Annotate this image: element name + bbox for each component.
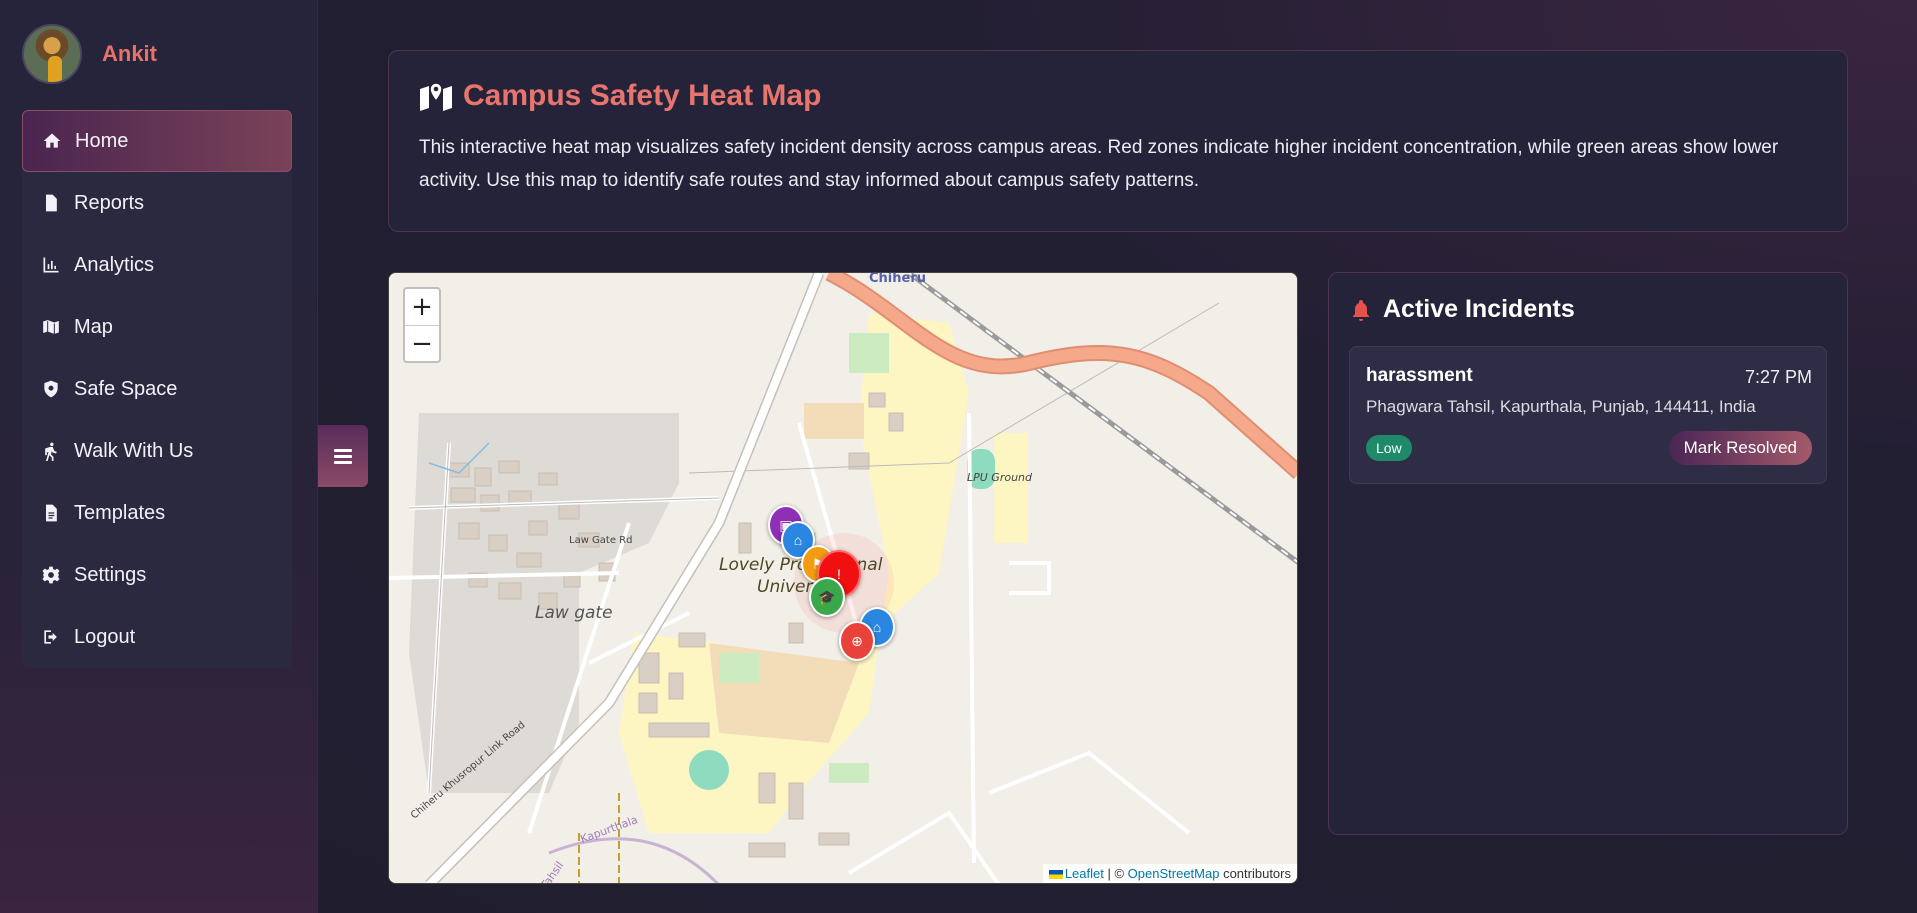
incidents-title-text: Active Incidents	[1383, 295, 1575, 323]
ukraine-flag-icon	[1048, 870, 1063, 880]
hamburger-icon	[334, 449, 352, 464]
map-label-lpu-ground: LPU Ground	[967, 471, 1033, 484]
sidebar-nav: Home Reports Analytics Map Safe Space Wa…	[22, 110, 292, 668]
incidents-title: Active Incidents	[1349, 295, 1827, 324]
sidebar-item-settings[interactable]: Settings	[22, 544, 292, 606]
sidebar-item-label: Analytics	[74, 253, 155, 276]
sidebar-item-safe-space[interactable]: Safe Space	[22, 358, 292, 420]
sidebar-toggle-button[interactable]	[318, 425, 368, 487]
sidebar-item-label: Logout	[74, 625, 136, 648]
map-pin-icon	[420, 82, 452, 111]
walking-icon	[38, 440, 64, 462]
openstreetmap-link[interactable]: OpenStreetMap	[1128, 866, 1220, 881]
active-incidents-panel: Active Incidents harassment 7:27 PM Phag…	[1328, 272, 1848, 835]
document-icon	[38, 502, 64, 524]
sidebar-item-templates[interactable]: Templates	[22, 482, 292, 544]
incident-time: 7:27 PM	[1744, 367, 1812, 387]
user-profile[interactable]: Ankit	[22, 24, 157, 84]
attribution-separator: | ©	[1103, 866, 1128, 881]
sidebar-item-label: Reports	[74, 191, 145, 214]
heat-map[interactable]: Chiheru LPU Ground Law Gate Rd Law gate …	[388, 272, 1298, 884]
page-description: This interactive heat map visualizes saf…	[419, 137, 1779, 191]
sidebar-item-label: Home	[75, 129, 129, 152]
zoom-control: + −	[403, 287, 441, 363]
sidebar-item-home[interactable]: Home	[22, 110, 292, 172]
shield-icon	[38, 378, 64, 400]
severity-badge: Low	[1366, 435, 1412, 461]
gear-icon	[38, 564, 64, 586]
sidebar: Ankit Home Reports Analytics Map Safe Sp…	[0, 0, 318, 913]
header-card: Campus Safety Heat Map This interactive …	[388, 50, 1848, 232]
incident-card[interactable]: harassment 7:27 PM Phagwara Tahsil, Kapu…	[1349, 346, 1827, 484]
sidebar-item-logout[interactable]: Logout	[22, 606, 292, 668]
sidebar-item-map[interactable]: Map	[22, 296, 292, 358]
map-attribution: Leaflet | © OpenStreetMap contributors	[1042, 864, 1297, 883]
user-name: Ankit	[102, 41, 157, 66]
lifebuoy-marker-icon[interactable]: ⊕	[839, 621, 875, 661]
map-icon	[38, 316, 64, 338]
map-label-law-gate: Law gate	[535, 603, 613, 623]
incident-location: Phagwara Tahsil, Kapurthala, Punjab, 144…	[1366, 397, 1756, 416]
file-icon	[38, 192, 64, 214]
sidebar-item-walk-with-us[interactable]: Walk With Us	[22, 420, 292, 482]
avatar[interactable]	[22, 24, 82, 84]
chart-icon	[38, 254, 64, 276]
bell-icon	[1353, 299, 1369, 321]
graduation-cap-marker-icon[interactable]: 🎓	[809, 577, 845, 617]
page-title-text: Campus Safety Heat Map	[463, 79, 822, 112]
sidebar-item-analytics[interactable]: Analytics	[22, 234, 292, 296]
zoom-in-button[interactable]: +	[405, 289, 439, 325]
sidebar-item-label: Map	[74, 315, 113, 338]
sidebar-item-label: Templates	[74, 501, 166, 524]
sidebar-item-label: Settings	[74, 563, 147, 586]
logout-icon	[38, 626, 64, 648]
sidebar-item-label: Safe Space	[74, 377, 178, 400]
map-label-chiheru: Chiheru	[869, 272, 926, 286]
zoom-out-button[interactable]: −	[405, 325, 439, 361]
home-icon	[39, 130, 65, 152]
sidebar-item-reports[interactable]: Reports	[22, 172, 292, 234]
map-label-law-gate-rd: Law Gate Rd	[569, 535, 633, 546]
sidebar-item-label: Walk With Us	[74, 439, 194, 462]
leaflet-link[interactable]: Leaflet	[1065, 866, 1104, 881]
mark-resolved-button[interactable]: Mark Resolved	[1668, 431, 1812, 465]
attribution-suffix: contributors	[1219, 866, 1291, 881]
page-title: Campus Safety Heat Map	[419, 79, 1817, 113]
